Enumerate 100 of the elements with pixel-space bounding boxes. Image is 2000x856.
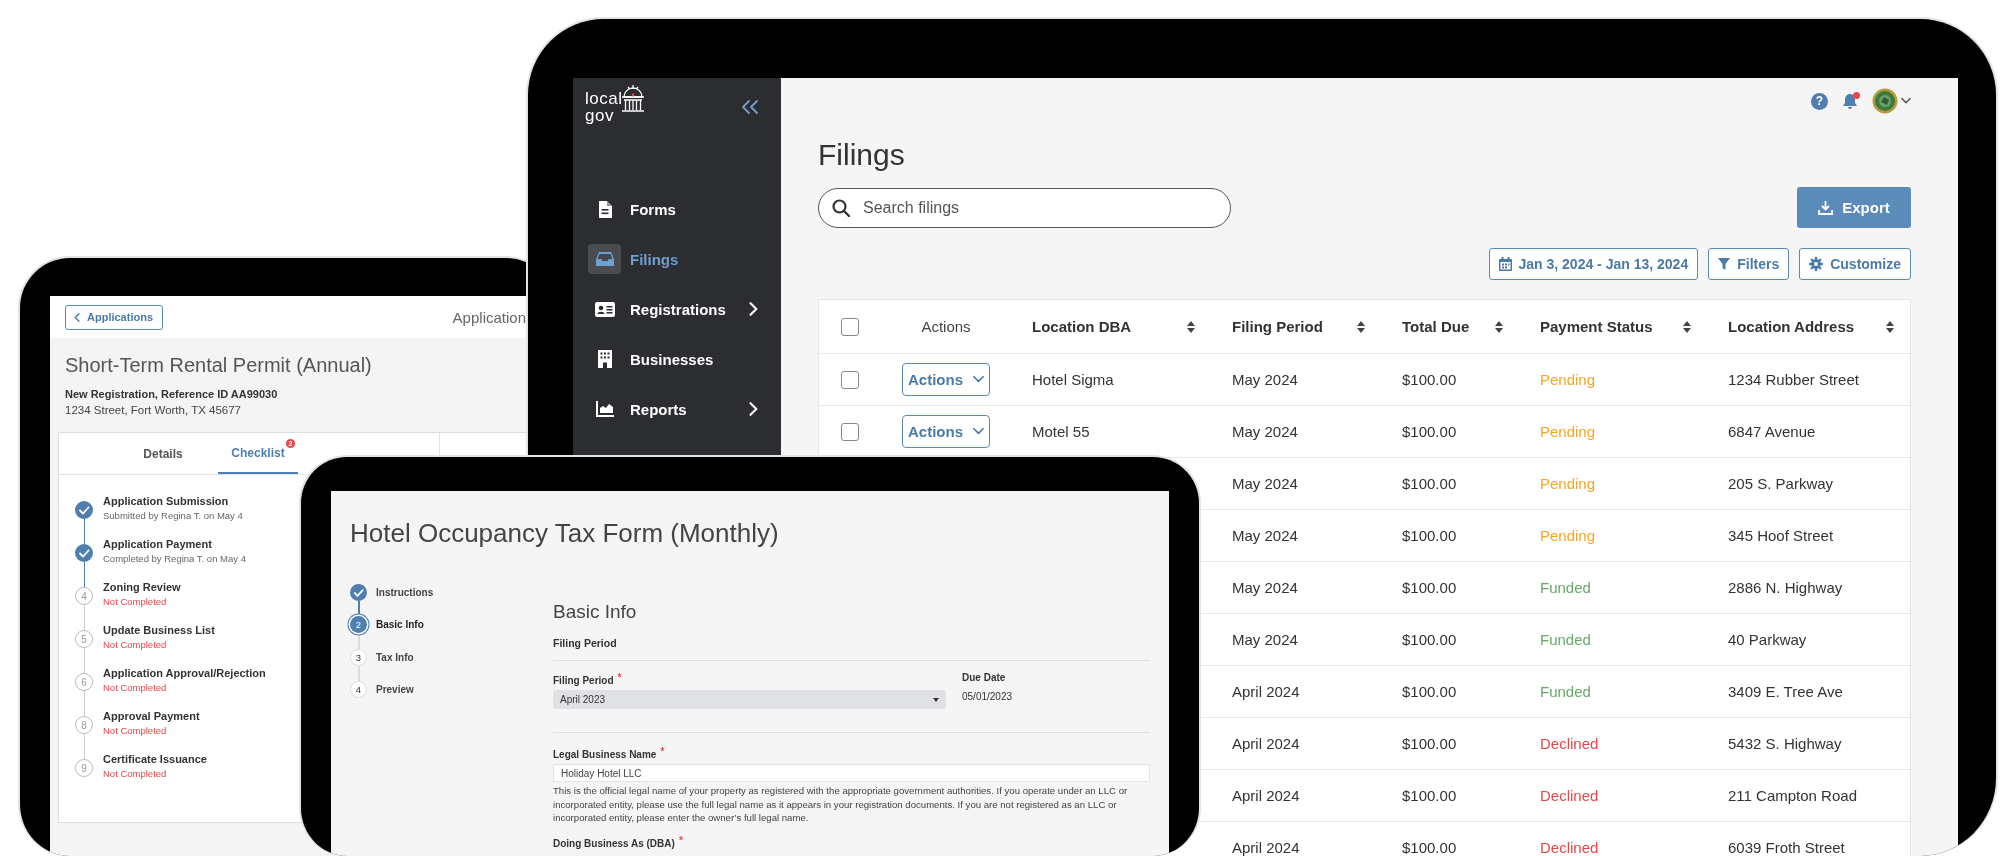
step-label[interactable]: Preview [376, 684, 414, 696]
step-label[interactable]: Tax Info [376, 651, 414, 663]
step-number: 3 [350, 648, 367, 666]
step-number: 4 [350, 681, 367, 699]
chevron-down-icon [973, 426, 984, 437]
table-cell: $100.00 [1402, 475, 1457, 492]
input-field[interactable]: Holiday Hotel LLC [553, 764, 1150, 782]
table-cell: Pending [1540, 423, 1596, 440]
table-cell: 6039 Froth Street [1728, 839, 1845, 856]
customize-button[interactable]: Customize [1799, 248, 1911, 280]
table-cell: May 2024 [1232, 423, 1298, 440]
column-header: Actions [921, 318, 971, 335]
address-text: 1234 Street, Fort Worth, TX 45677 [65, 403, 242, 418]
search-field[interactable]: Search filings [818, 187, 1231, 228]
table-cell: April 2024 [1232, 787, 1300, 804]
sidebar-item[interactable]: Registrations [573, 284, 781, 334]
table-cell: May 2024 [1232, 579, 1298, 596]
step-status: Not Completed [103, 767, 168, 780]
step-title: Update Business List [103, 623, 215, 638]
table-cell: Funded [1540, 631, 1591, 648]
chart-icon [595, 401, 614, 417]
sidebar-item[interactable]: Filings [573, 234, 781, 284]
table-cell: April 2024 [1232, 683, 1300, 700]
date-range-button[interactable]: Jan 3, 2024 - Jan 13, 2024 [1488, 248, 1699, 280]
table-cell: Hotel Sigma [1032, 371, 1114, 388]
reference-text: New Registration, Reference ID AA99030 [65, 387, 279, 402]
table-cell: $100.00 [1402, 527, 1457, 544]
sidebar-item[interactable]: Reports [573, 384, 781, 434]
table-cell: Declined [1540, 839, 1599, 856]
table-cell: Pending [1540, 475, 1596, 492]
column-header: Filing Period [1232, 318, 1323, 335]
table-cell: 3409 E. Tree Ave [1728, 683, 1843, 700]
column-header: Location Address [1728, 318, 1855, 335]
help-button[interactable]: ? [1811, 92, 1828, 110]
select-field[interactable]: April 2023 [553, 690, 946, 709]
column-header: Payment Status [1540, 318, 1653, 335]
checkbox[interactable] [841, 422, 859, 441]
step-number: 9 [75, 759, 93, 777]
table-cell: May 2024 [1232, 631, 1298, 648]
step-status: Submitted by Regina T. on May 4 [103, 509, 243, 522]
checkbox[interactable] [841, 317, 859, 336]
checkbox[interactable] [841, 370, 859, 389]
step-status: Not Completed [103, 638, 168, 651]
settings-icon [1809, 257, 1824, 271]
table-cell: 40 Parkway [1728, 631, 1807, 648]
sidebar-item[interactable]: Businesses [573, 334, 781, 384]
dropdown-triangle-icon [933, 697, 939, 702]
export-button[interactable]: Export [1797, 187, 1911, 228]
table-cell: $100.00 [1402, 683, 1457, 700]
chevron-down-icon [973, 374, 984, 385]
table-cell: April 2024 [1232, 735, 1300, 752]
step-number: 4 [75, 587, 93, 605]
table-cell: Funded [1540, 683, 1591, 700]
table-cell: $100.00 [1402, 735, 1457, 752]
field-label: Due Date [962, 671, 1007, 685]
tab[interactable]: Details [123, 433, 203, 474]
table-cell: $100.00 [1402, 787, 1457, 804]
step-title: Application Approval/Rejection [103, 666, 266, 681]
table-cell: 6847 Avenue [1728, 423, 1816, 440]
table-cell: $100.00 [1402, 631, 1457, 648]
id-card-icon [594, 301, 615, 317]
back-button[interactable]: Applications [65, 304, 163, 330]
chevron-down-icon [1901, 96, 1911, 106]
table-cell: April 2024 [1232, 839, 1300, 856]
header-title: Application [452, 308, 526, 326]
table-cell: 2886 N. Highway [1728, 579, 1843, 596]
bell-icon [1842, 92, 1858, 110]
download-icon [1818, 200, 1834, 215]
page-title: Short-Term Rental Permit (Annual) [65, 353, 373, 378]
actions-dropdown[interactable]: Actions [902, 415, 990, 448]
group-title: Filing Period [553, 636, 618, 650]
step-status: Completed by Regina T. on May 4 [103, 552, 246, 565]
table-cell: Motel 55 [1032, 423, 1090, 440]
filter-icon [1718, 258, 1731, 270]
step-label[interactable]: Instructions [376, 586, 434, 598]
table-cell: Declined [1540, 787, 1599, 804]
caret-left-icon [73, 312, 82, 322]
step-title: Zoning Review [103, 580, 181, 595]
step-number: 8 [75, 716, 93, 734]
step-status: Not Completed [103, 595, 168, 608]
table-cell: $100.00 [1402, 579, 1457, 596]
table-cell: Funded [1540, 579, 1591, 596]
building-icon [597, 350, 612, 368]
search-icon [832, 198, 850, 217]
step-title: Application Payment [103, 537, 213, 552]
table-cell: $100.00 [1402, 371, 1457, 388]
logo-text: local gov [585, 90, 623, 124]
step-title: Approval Payment [103, 709, 200, 724]
table-cell: 205 S. Parkway [1728, 475, 1834, 492]
table-cell: 211 Campton Road [1728, 787, 1857, 804]
step-number: 5 [75, 630, 93, 648]
actions-dropdown[interactable]: Actions [902, 363, 990, 396]
step-status: Not Completed [103, 724, 168, 737]
due-date-value: 05/01/2023 [962, 691, 1013, 702]
sidebar-item[interactable]: Forms [573, 184, 781, 234]
step-number: 2 [350, 616, 367, 634]
filters-button[interactable]: Filters [1708, 248, 1790, 280]
step-label[interactable]: Basic Info [376, 619, 424, 631]
column-header: Location DBA [1032, 318, 1132, 335]
capitol-dome-icon [620, 84, 647, 114]
